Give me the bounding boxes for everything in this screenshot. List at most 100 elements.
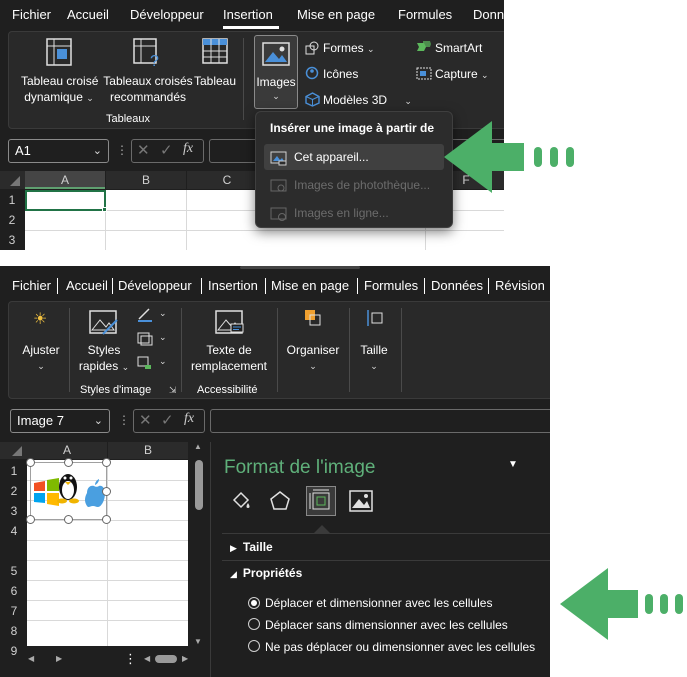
row-header-8[interactable]: 8 — [2, 624, 26, 638]
scroll-down-icon[interactable]: ▼ — [194, 637, 202, 646]
pane-options-icon[interactable]: ▼ — [508, 459, 518, 470]
menu-accueil[interactable]: Accueil — [67, 7, 109, 22]
picture-effects-icon[interactable] — [137, 332, 153, 351]
resize-handle[interactable] — [64, 458, 73, 467]
menu-donnees[interactable]: Données — [431, 278, 483, 293]
icons-button[interactable]: Icônes — [323, 66, 358, 82]
pivot-table-icon[interactable] — [46, 38, 72, 71]
radio-move-no-size[interactable] — [248, 618, 260, 630]
3d-models-button[interactable]: Modèles 3D ⌄ — [323, 92, 412, 109]
menu-insertion[interactable]: Insertion — [223, 7, 273, 22]
menu-fichier[interactable]: Fichier — [12, 7, 51, 22]
picture-layout-icon[interactable] — [137, 356, 153, 375]
alt-text-button[interactable]: Texte de remplacement — [189, 342, 269, 374]
table-icon[interactable] — [202, 38, 228, 69]
screenshot-button[interactable]: Capture ⌄ — [435, 66, 489, 83]
chevron-down-icon[interactable]: ⌄ — [159, 308, 167, 319]
images-button[interactable]: Images ⌄ — [254, 35, 298, 109]
chevron-down-icon: ⌄ — [93, 415, 103, 427]
name-box[interactable]: Image 7 ⌄ — [10, 409, 110, 433]
menu-item-this-device[interactable]: Cet appareil... — [264, 144, 444, 170]
menu-formules[interactable]: Formules — [364, 278, 418, 293]
enter-icon[interactable]: ✓ — [160, 141, 173, 159]
adjust-button[interactable]: Ajuster ⌄ — [19, 342, 63, 374]
picture-tab-icon[interactable] — [349, 490, 373, 517]
fx-icon[interactable]: fx — [183, 141, 193, 157]
menu-developpeur[interactable]: Développeur — [118, 278, 192, 293]
col-header-b[interactable]: B — [108, 442, 188, 459]
option-no-move-no-size-label[interactable]: Ne pas déplacer ou dimensionner avec les… — [265, 640, 535, 654]
fx-icon[interactable]: fx — [184, 411, 194, 427]
menu-developpeur[interactable]: Développeur — [130, 7, 204, 22]
resize-handle[interactable] — [102, 515, 111, 524]
resize-handle[interactable] — [64, 515, 73, 524]
row-header-7[interactable]: 7 — [2, 604, 26, 618]
more-options-icon[interactable]: ⋮ — [124, 651, 137, 667]
smartart-button[interactable]: SmartArt — [435, 40, 482, 56]
formula-input[interactable] — [210, 409, 550, 433]
menu-accueil[interactable]: Accueil — [66, 278, 108, 293]
table-button[interactable]: Tableau — [193, 73, 237, 89]
chevron-down-icon[interactable]: ⌄ — [159, 356, 167, 367]
horizontal-scrollbar-thumb[interactable] — [155, 655, 177, 663]
menu-revision[interactable]: Révision — [495, 278, 545, 293]
row-header-2[interactable]: 2 — [0, 213, 24, 227]
row-header-4[interactable]: 4 — [2, 524, 26, 538]
selected-cell-a1[interactable] — [25, 190, 106, 211]
option-move-and-size-label[interactable]: Déplacer et dimensionner avec les cellul… — [265, 596, 492, 610]
recommended-pivot-button[interactable]: Tableaux croisés recommandés — [103, 73, 193, 105]
sheet-nav-next-icon[interactable]: ▶ — [56, 654, 62, 663]
sheet-nav-prev-icon[interactable]: ◀ — [28, 654, 34, 663]
arrange-button[interactable]: Organiser ⌄ — [283, 342, 343, 374]
quick-styles-label1: Styles — [87, 343, 121, 357]
cancel-icon[interactable]: ✕ — [137, 141, 150, 159]
menu-fichier[interactable]: Fichier — [12, 278, 51, 293]
section-size-toggle[interactable]: ▶ Taille — [230, 540, 273, 554]
row-header-3[interactable]: 3 — [2, 504, 26, 518]
cancel-icon[interactable]: ✕ — [139, 411, 152, 429]
fill-handle[interactable] — [102, 207, 107, 212]
recommended-pivot-icon[interactable]: ? — [133, 38, 163, 73]
menu-donnees[interactable]: Donn — [473, 7, 504, 22]
shapes-button[interactable]: Formes ⌄ — [323, 40, 375, 57]
horizontal-scroll-right-icon[interactable]: ▶ — [182, 654, 188, 663]
pivot-table-button[interactable]: Tableau croisé dynamique ⌄ — [21, 73, 98, 106]
col-header-b[interactable]: B — [106, 171, 186, 189]
effects-tab-icon[interactable] — [269, 490, 291, 517]
menu-mise-en-page[interactable]: Mise en page — [297, 7, 375, 22]
row-header-1[interactable]: 1 — [0, 193, 24, 207]
selected-image[interactable] — [26, 458, 111, 524]
menu-insertion[interactable]: Insertion — [208, 278, 258, 293]
row-header-3[interactable]: 3 — [0, 233, 24, 247]
scroll-up-icon[interactable]: ▲ — [194, 442, 202, 451]
resize-handle[interactable] — [102, 487, 111, 496]
col-header-a[interactable]: A — [25, 171, 105, 189]
chevron-down-icon[interactable]: ⌄ — [159, 332, 167, 343]
row-header-2[interactable]: 2 — [2, 484, 26, 498]
picture-border-icon[interactable] — [137, 308, 153, 327]
resize-handle[interactable] — [26, 515, 35, 524]
vertical-scrollbar[interactable]: ▲ ▼ — [192, 442, 206, 652]
section-properties-toggle[interactable]: ◢ Propriétés — [230, 566, 302, 580]
menu-formules[interactable]: Formules — [398, 7, 452, 22]
fill-line-tab-icon[interactable] — [230, 490, 252, 517]
row-header-6[interactable]: 6 — [2, 584, 26, 598]
resize-handle[interactable] — [26, 458, 35, 467]
row-header-9[interactable]: 9 — [2, 644, 26, 658]
option-move-no-size-label[interactable]: Déplacer sans dimensionner avec les cell… — [265, 618, 508, 632]
horizontal-scroll-left-icon[interactable]: ◀ — [144, 654, 150, 663]
menu-mise-en-page[interactable]: Mise en page — [271, 278, 349, 293]
radio-move-and-size[interactable] — [248, 597, 260, 609]
dialog-launcher-icon[interactable]: ⇲ — [169, 385, 177, 396]
name-box[interactable]: A1 ⌄ — [8, 139, 109, 163]
size-properties-tab-icon[interactable] — [306, 486, 336, 516]
resize-handle[interactable] — [102, 458, 111, 467]
scrollbar-thumb[interactable] — [195, 460, 203, 510]
enter-icon[interactable]: ✓ — [161, 411, 174, 429]
radio-no-move-no-size[interactable] — [248, 640, 260, 652]
size-button[interactable]: Taille ⌄ — [353, 342, 395, 374]
row-header-5[interactable]: 5 — [2, 564, 26, 578]
row-header-1[interactable]: 1 — [2, 464, 26, 478]
quick-styles-button[interactable]: Styles rapides ⌄ — [77, 342, 131, 375]
col-header-a[interactable]: A — [27, 442, 107, 459]
